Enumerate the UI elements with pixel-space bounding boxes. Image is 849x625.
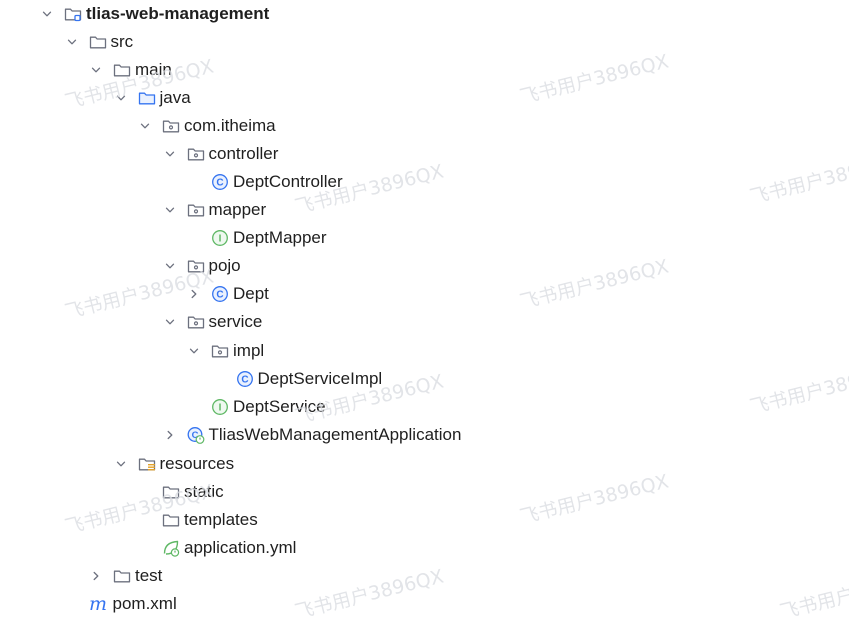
folder-icon	[162, 511, 180, 529]
tree-item-label: java	[159, 88, 191, 107]
tree-item-com-itheima[interactable]: com.itheima	[138, 114, 276, 138]
package-icon	[187, 201, 205, 219]
package-icon	[187, 257, 205, 275]
folder-icon	[162, 483, 180, 501]
tree-item-resources[interactable]: resources	[114, 452, 235, 476]
tree-item-static[interactable]: static	[138, 480, 224, 504]
tree-item-label: controller	[208, 144, 279, 163]
tree-item-label: src	[110, 32, 134, 51]
chevron-down-icon[interactable]	[40, 7, 54, 21]
tree-item-src[interactable]: src	[65, 30, 134, 54]
tree-item-label: DeptServiceImpl	[257, 369, 383, 388]
tree-item-label: application.yml	[184, 538, 297, 557]
chevron-down-icon[interactable]	[163, 315, 177, 329]
tree-item-controller[interactable]: controller	[163, 142, 279, 166]
tree-item-label: main	[135, 60, 172, 79]
class-icon: C	[211, 285, 229, 303]
tree-item-label: DeptController	[233, 172, 343, 191]
folder-icon	[89, 33, 107, 51]
svg-text:I: I	[219, 234, 222, 245]
maven-icon: m	[89, 595, 109, 613]
spring-boot-class-icon: C	[187, 426, 205, 444]
class-icon: C	[211, 173, 229, 191]
tree-item-mapper[interactable]: mapper	[163, 198, 267, 222]
tree-item-impl[interactable]: impl	[187, 339, 264, 363]
spring-config-icon	[162, 539, 180, 557]
package-icon	[162, 117, 180, 135]
chevron-down-icon[interactable]	[65, 35, 79, 49]
project-tree: tlias-web-management src main java com.ithei…	[0, 0, 849, 613]
tree-item-deptmapper[interactable]: I DeptMapper	[187, 226, 327, 250]
tree-item-templates[interactable]: templates	[138, 508, 258, 532]
tree-item-test[interactable]: test	[89, 564, 162, 588]
folder-icon	[113, 567, 131, 585]
tree-item-label: static	[184, 482, 224, 501]
svg-text:C: C	[241, 375, 248, 386]
source-folder-icon	[138, 89, 156, 107]
tree-item-deptservice[interactable]: I DeptService	[187, 395, 326, 419]
package-icon	[211, 342, 229, 360]
chevron-down-icon[interactable]	[163, 147, 177, 161]
resources-folder-icon	[138, 455, 156, 473]
tree-item-java[interactable]: java	[114, 86, 191, 110]
module-folder-icon	[64, 5, 82, 23]
tree-item-service[interactable]: service	[163, 310, 263, 334]
tree-item-label: DeptService	[233, 397, 326, 416]
interface-icon: I	[211, 398, 229, 416]
chevron-down-icon[interactable]	[114, 457, 128, 471]
tree-item-label: TliasWebManagementApplication	[208, 425, 462, 444]
svg-text:C: C	[216, 290, 223, 301]
chevron-right-icon[interactable]	[89, 569, 103, 583]
tree-item-label: pom.xml	[112, 594, 177, 613]
tree-item-deptcontroller[interactable]: C DeptController	[187, 170, 343, 194]
tree-item-label: test	[135, 566, 163, 585]
class-icon: C	[236, 370, 254, 388]
tree-item-label: impl	[233, 341, 265, 360]
tree-item-pom-xml[interactable]: m pom.xml	[65, 592, 177, 616]
package-icon	[187, 145, 205, 163]
folder-icon	[113, 61, 131, 79]
tree-item-main[interactable]: main	[89, 58, 172, 82]
chevron-down-icon[interactable]	[138, 119, 152, 133]
chevron-down-icon[interactable]	[89, 63, 103, 77]
tree-item-label: DeptMapper	[233, 228, 327, 247]
tree-item-dept[interactable]: C Dept	[187, 282, 269, 306]
tree-item-label: mapper	[208, 200, 267, 219]
tree-item-tlias-web-management[interactable]: tlias-web-management	[40, 2, 269, 26]
interface-icon: I	[211, 229, 229, 247]
tree-item-label: com.itheima	[184, 116, 276, 135]
tree-item-tliaswebmanagementapplication[interactable]: C TliasWebManagementApplication	[163, 423, 462, 447]
tree-item-pojo[interactable]: pojo	[163, 254, 241, 278]
tree-item-application-yml[interactable]: application.yml	[138, 536, 296, 560]
chevron-down-icon[interactable]	[114, 91, 128, 105]
svg-text:C: C	[216, 178, 223, 189]
tree-item-label: resources	[159, 454, 235, 473]
svg-text:m: m	[89, 595, 107, 613]
package-icon	[187, 313, 205, 331]
chevron-down-icon[interactable]	[163, 203, 177, 217]
tree-item-deptserviceimpl[interactable]: C DeptServiceImpl	[212, 367, 383, 391]
svg-text:I: I	[219, 403, 222, 414]
chevron-down-icon[interactable]	[187, 344, 201, 358]
tree-item-label: tlias-web-management	[86, 4, 270, 23]
chevron-down-icon[interactable]	[163, 259, 177, 273]
chevron-right-icon[interactable]	[163, 428, 177, 442]
tree-item-label: templates	[184, 510, 258, 529]
chevron-right-icon[interactable]	[187, 287, 201, 301]
tree-item-label: service	[208, 312, 263, 331]
tree-item-label: pojo	[208, 256, 241, 275]
tree-item-label: Dept	[233, 284, 269, 303]
